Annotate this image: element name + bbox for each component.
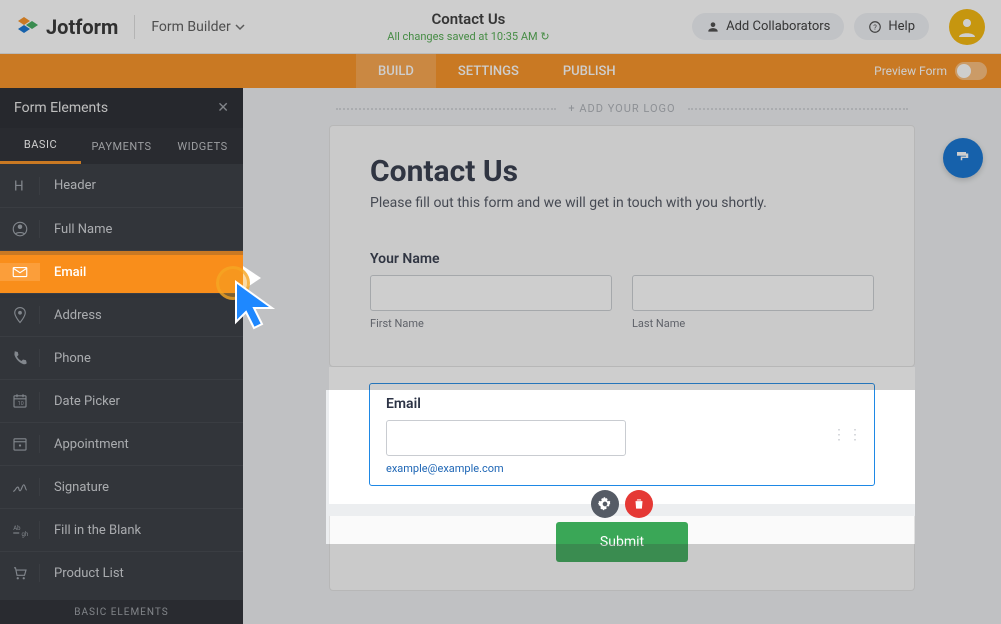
element-list[interactable]: HHeader Full Name Email Address Phone 10… <box>0 164 243 600</box>
design-fab[interactable] <box>943 138 983 178</box>
brand-name: Jotform <box>46 15 118 39</box>
sidebar: Form Elements ✕ BASIC PAYMENTS WIDGETS H… <box>0 88 243 624</box>
submit-row: Submit <box>329 516 915 591</box>
last-name-sublabel: Last Name <box>632 317 874 330</box>
element-header[interactable]: HHeader <box>0 164 243 207</box>
submit-button[interactable]: Submit <box>556 522 688 562</box>
svg-text:H: H <box>14 178 24 194</box>
field-settings-button[interactable] <box>591 490 619 518</box>
sidebar-tabs: BASIC PAYMENTS WIDGETS <box>0 128 243 164</box>
trash-icon <box>632 497 646 511</box>
element-product-list[interactable]: Product List <box>0 551 243 594</box>
form-title-top[interactable]: Contact Us <box>245 10 692 28</box>
form-heading[interactable]: Contact Us <box>370 154 874 189</box>
tab-build[interactable]: BUILD <box>356 54 436 88</box>
field-actions <box>591 490 653 518</box>
user-circle-icon <box>0 220 40 238</box>
sidebar-tab-payments[interactable]: PAYMENTS <box>81 128 162 164</box>
svg-text:?: ? <box>874 22 878 31</box>
element-date-picker[interactable]: 10Date Picker <box>0 379 243 422</box>
sidebar-title: Form Elements <box>14 100 108 116</box>
phone-icon <box>0 349 40 367</box>
calendar-icon: 10 <box>0 392 40 410</box>
svg-text:10: 10 <box>17 401 23 407</box>
element-address[interactable]: Address <box>0 293 243 336</box>
element-appointment[interactable]: Appointment <box>0 422 243 465</box>
avatar-icon <box>955 15 979 39</box>
form-canvas[interactable]: + ADD YOUR LOGO Contact Us Please fill o… <box>243 88 1001 624</box>
form-subheading[interactable]: Please fill out this form and we will ge… <box>370 195 874 211</box>
first-name-input[interactable] <box>370 275 612 311</box>
your-name-label: Your Name <box>370 251 874 267</box>
sidebar-header: Form Elements ✕ <box>0 88 243 128</box>
email-icon <box>0 263 40 281</box>
preview-form-toggle[interactable]: Preview Form <box>874 54 987 88</box>
svg-text:Ab: Ab <box>13 525 21 532</box>
element-phone[interactable]: Phone <box>0 336 243 379</box>
insert-arrow-icon <box>243 260 269 296</box>
email-label: Email <box>386 396 858 412</box>
element-email[interactable]: Email <box>0 250 243 293</box>
top-right: Add Collaborators ? Help <box>692 9 985 45</box>
email-hint: example@example.com <box>386 462 858 475</box>
toggle-switch[interactable] <box>955 62 987 80</box>
gear-icon <box>598 497 612 511</box>
top-center: Contact Us All changes saved at 10:35 AM… <box>245 10 692 43</box>
add-collaborators-button[interactable]: Add Collaborators <box>692 13 844 40</box>
location-pin-icon <box>0 306 40 324</box>
element-signature[interactable]: Signature <box>0 465 243 508</box>
element-full-name[interactable]: Full Name <box>0 207 243 250</box>
tab-settings[interactable]: SETTINGS <box>436 54 541 88</box>
heading-icon: H <box>0 177 40 195</box>
signature-icon <box>0 478 40 496</box>
form-card[interactable]: Contact Us Please fill out this form and… <box>329 125 915 367</box>
user-icon <box>706 20 720 34</box>
brand-logo[interactable]: Jotform <box>16 15 118 39</box>
sidebar-close-button[interactable]: ✕ <box>217 100 229 116</box>
divider <box>134 15 135 39</box>
sidebar-footer: BASIC ELEMENTS <box>0 600 243 624</box>
element-fill-blank[interactable]: AbghFill in the Blank <box>0 508 243 551</box>
main-tabs: BUILD SETTINGS PUBLISH Preview Form <box>0 54 1001 88</box>
tab-publish[interactable]: PUBLISH <box>541 54 638 88</box>
form-builder-dropdown[interactable]: Form Builder <box>151 19 244 35</box>
name-row: First Name Last Name <box>370 275 874 330</box>
add-logo-button[interactable]: + ADD YOUR LOGO <box>243 88 1001 125</box>
svg-text:gh: gh <box>21 531 28 538</box>
email-field-block[interactable]: Email example@example.com ⋮⋮ <box>329 367 915 504</box>
save-status: All changes saved at 10:35 AM ↻ <box>245 30 692 43</box>
fill-blank-icon: Abgh <box>0 521 40 539</box>
field-delete-button[interactable] <box>625 490 653 518</box>
drag-handle-icon[interactable]: ⋮⋮ <box>832 427 864 443</box>
user-avatar[interactable] <box>949 9 985 45</box>
last-name-input[interactable] <box>632 275 874 311</box>
topbar: Jotform Form Builder Contact Us All chan… <box>0 0 1001 54</box>
sidebar-tab-basic[interactable]: BASIC <box>0 128 81 164</box>
paint-roller-icon <box>954 149 972 167</box>
help-icon: ? <box>868 20 882 34</box>
email-field-selected[interactable]: Email example@example.com ⋮⋮ <box>369 383 875 486</box>
email-input[interactable] <box>386 420 626 456</box>
appointment-icon <box>0 435 40 453</box>
chevron-down-icon <box>235 22 245 32</box>
sidebar-tab-widgets[interactable]: WIDGETS <box>162 128 243 164</box>
first-name-sublabel: First Name <box>370 317 612 330</box>
cart-icon <box>0 564 40 582</box>
form-builder-label: Form Builder <box>151 19 230 35</box>
help-button[interactable]: ? Help <box>854 13 929 40</box>
logo-mark-icon <box>16 15 40 39</box>
